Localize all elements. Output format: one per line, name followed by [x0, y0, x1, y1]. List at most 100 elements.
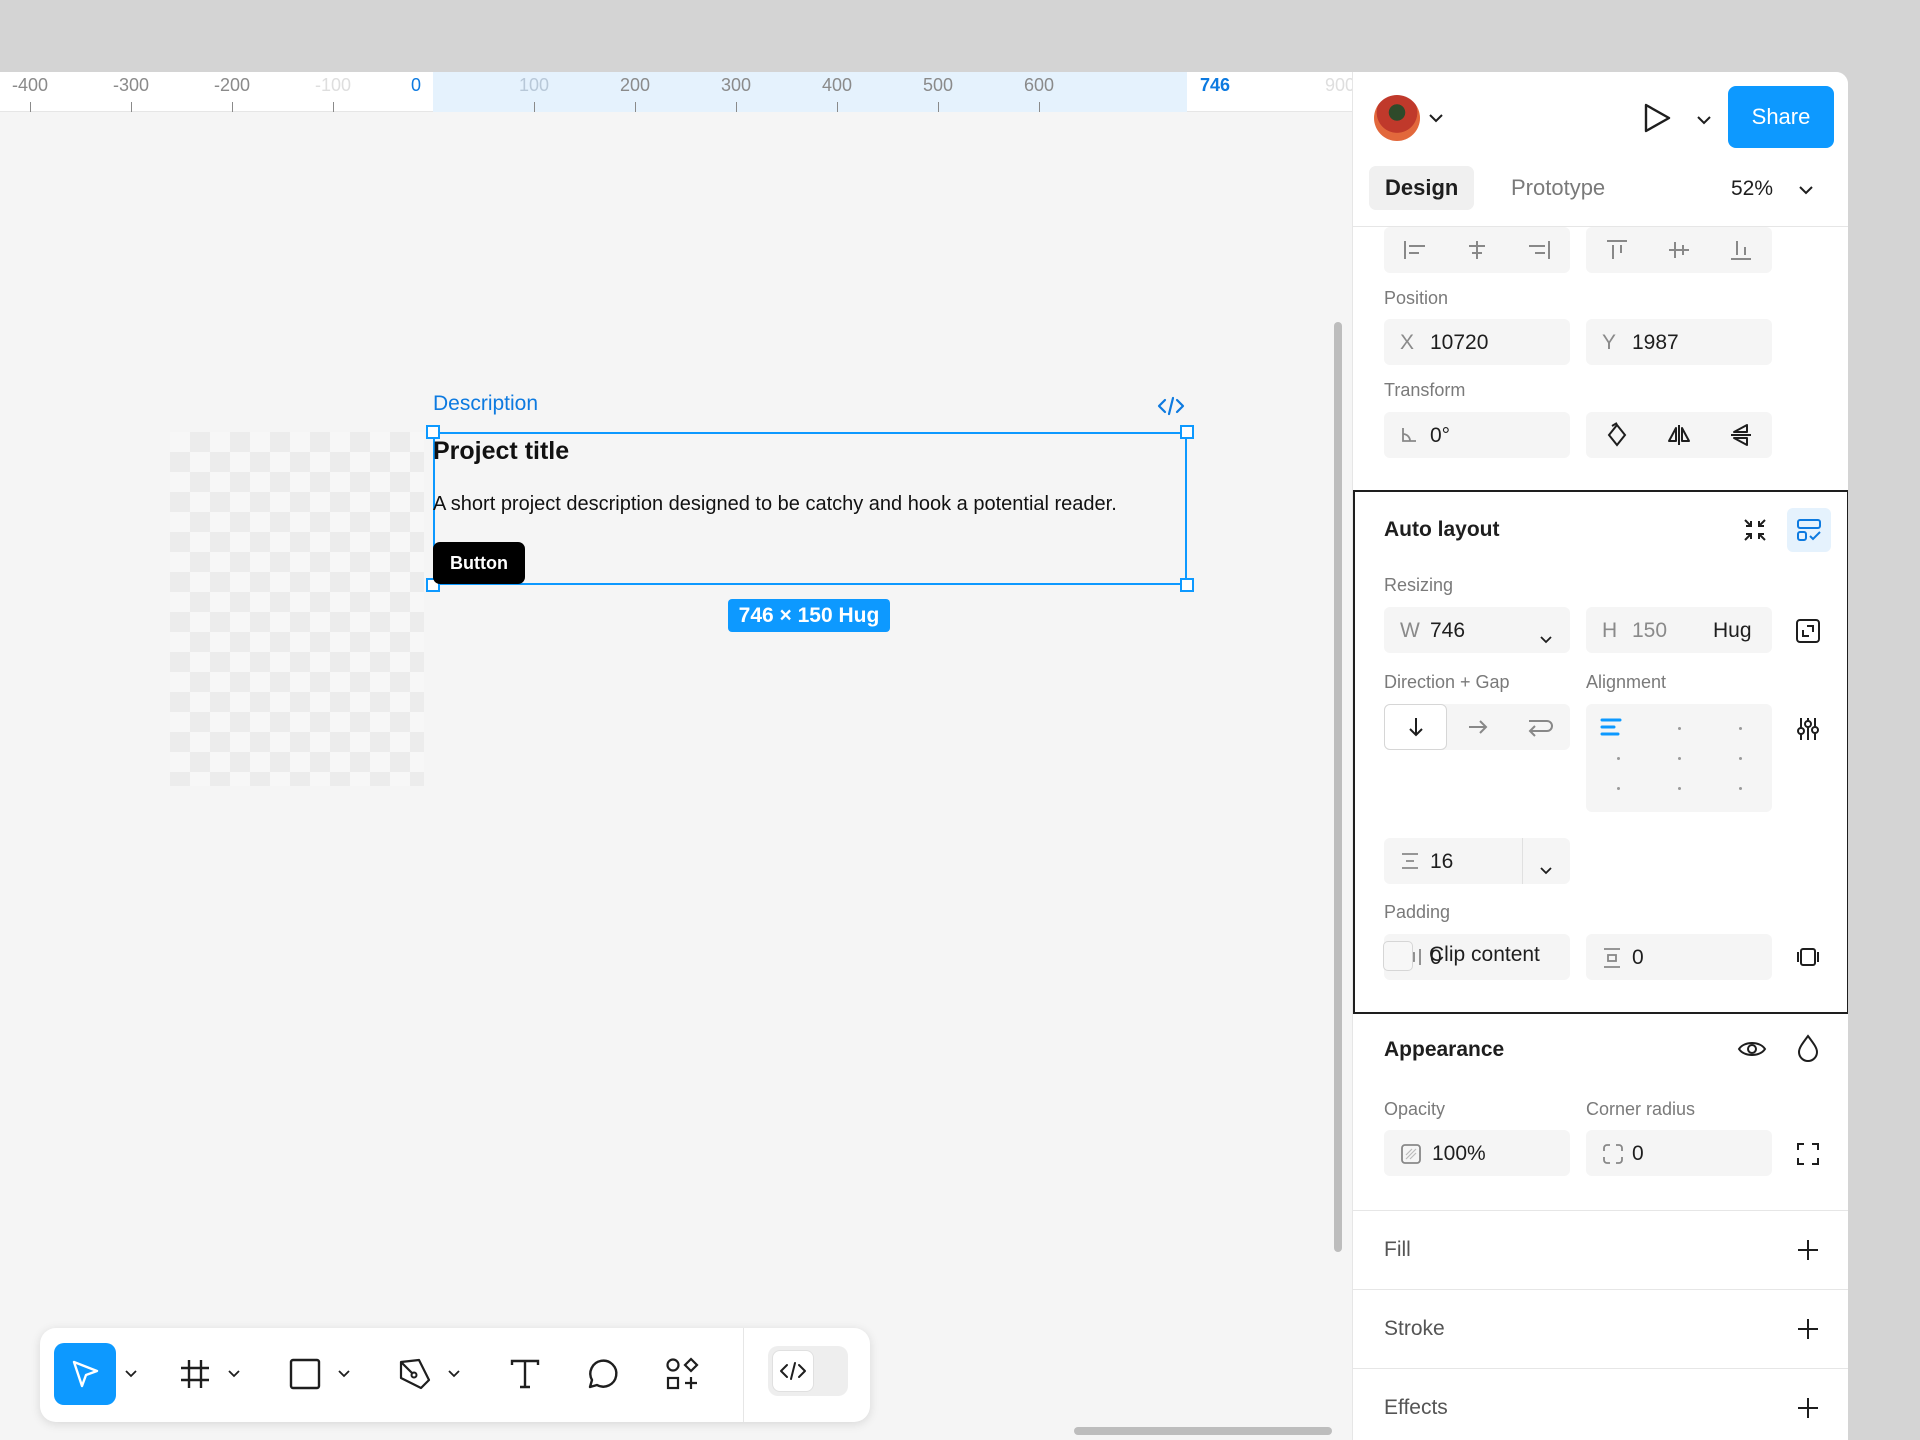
resize-handle-bottom-right[interactable] — [1180, 578, 1194, 592]
eye-icon — [1737, 1042, 1767, 1056]
image-placeholder[interactable] — [170, 432, 424, 786]
flip-vertical-button[interactable] — [1710, 412, 1772, 458]
x-value: 10720 — [1430, 331, 1489, 354]
chevron-down-icon — [1799, 186, 1813, 195]
padding-label: Padding — [1384, 902, 1451, 922]
zoom-menu-chevron[interactable] — [1799, 182, 1813, 200]
x-label: X — [1400, 331, 1415, 354]
frame-name-label[interactable]: Description — [433, 392, 538, 416]
y-position-field[interactable]: Y 1987 — [1586, 319, 1772, 365]
auto-layout-title: Auto layout — [1384, 518, 1500, 541]
move-tool-button[interactable] — [54, 1343, 116, 1405]
align-middle-icon — [1669, 242, 1689, 258]
frame-tool-button[interactable] — [170, 1343, 220, 1405]
h-mode[interactable]: Hug — [1713, 619, 1752, 643]
chevron-down-icon — [1540, 867, 1552, 875]
figma-window: -400 -300 -200 -100 0 100 200 300 400 50… — [0, 72, 1848, 1440]
corner-radius-label: Corner radius — [1586, 1099, 1696, 1119]
height-field[interactable]: H 150 Hug — [1586, 607, 1772, 653]
resize-to-fit-button[interactable] — [1795, 618, 1821, 649]
comment-tool-button[interactable] — [577, 1343, 627, 1405]
move-tool-chevron[interactable] — [120, 1343, 142, 1405]
align-left-button[interactable] — [1384, 227, 1446, 273]
auto-layout-settings-button[interactable] — [1787, 508, 1831, 552]
individual-padding-button[interactable] — [1796, 946, 1820, 973]
align-left-icon — [1404, 241, 1425, 259]
direction-wrap-button[interactable] — [1509, 704, 1570, 750]
position-label: Position — [1384, 288, 1449, 308]
width-mode-chevron[interactable] — [1540, 626, 1552, 650]
remove-auto-layout-button[interactable] — [1741, 516, 1769, 549]
alignment-grid[interactable] — [1586, 704, 1772, 812]
share-button[interactable]: Share — [1728, 86, 1834, 148]
gap-field[interactable]: 16 — [1384, 838, 1570, 884]
direction-vertical-button[interactable] — [1384, 704, 1448, 750]
add-effect-button[interactable] — [1796, 1396, 1820, 1425]
project-title-text[interactable]: Project title — [433, 437, 569, 466]
resize-fit-icon — [1796, 619, 1820, 643]
align-middle-button[interactable] — [1648, 227, 1710, 273]
vertical-padding-field[interactable]: 0 — [1586, 934, 1772, 980]
tab-prototype[interactable]: Prototype — [1495, 166, 1621, 210]
rotate-icon — [1607, 422, 1627, 447]
present-button[interactable] — [1642, 102, 1672, 139]
rotation-field[interactable]: 0° — [1384, 412, 1570, 458]
present-menu-chevron[interactable] — [1697, 112, 1711, 130]
flip-horizontal-button[interactable] — [1648, 412, 1710, 458]
frame-tool-chevron[interactable] — [223, 1343, 245, 1405]
align-bottom-button[interactable] — [1710, 227, 1772, 273]
zoom-level[interactable]: 52% — [1731, 177, 1773, 201]
appearance-divider — [1353, 1210, 1848, 1211]
add-stroke-button[interactable] — [1796, 1317, 1820, 1346]
align-center-horizontal-button[interactable] — [1446, 227, 1508, 273]
collapse-icon — [1744, 519, 1766, 541]
blend-mode-button[interactable] — [1796, 1034, 1820, 1067]
project-description-text[interactable]: A short project description designed to … — [433, 493, 1117, 516]
independent-corners-button[interactable] — [1796, 1142, 1820, 1171]
chevron-down-icon — [338, 1370, 350, 1378]
resize-handle-top-right[interactable] — [1180, 425, 1194, 439]
sliders-icon — [1797, 718, 1819, 740]
advanced-layout-settings-button[interactable] — [1795, 716, 1821, 747]
properties-panel: Share Design Prototype 52% Position X 10… — [1352, 72, 1848, 1440]
pen-tool-button[interactable] — [390, 1343, 440, 1405]
tab-design[interactable]: Design — [1369, 166, 1475, 210]
align-right-button[interactable] — [1508, 227, 1570, 273]
vertical-scrollbar[interactable] — [1334, 322, 1342, 1252]
align-top-button[interactable] — [1586, 227, 1648, 273]
frame-icon — [181, 1360, 209, 1388]
x-position-field[interactable]: X 10720 — [1384, 319, 1570, 365]
toolbar-divider — [743, 1328, 744, 1422]
text-tool-button[interactable] — [500, 1343, 550, 1405]
corners-icon — [1797, 1143, 1819, 1165]
avatar-menu-chevron[interactable] — [1429, 110, 1443, 128]
code-icon[interactable] — [1157, 395, 1185, 417]
horizontal-scrollbar[interactable] — [1074, 1427, 1332, 1435]
h-label: H — [1602, 619, 1618, 642]
direction-horizontal-button[interactable] — [1447, 704, 1508, 750]
w-value: 746 — [1430, 619, 1466, 642]
width-field[interactable]: W 746 — [1384, 607, 1570, 653]
vertical-padding-icon — [1602, 947, 1622, 975]
toggle-visibility-button[interactable] — [1737, 1038, 1767, 1065]
corner-radius-field[interactable]: 0 — [1586, 1130, 1772, 1176]
avatar[interactable] — [1374, 95, 1420, 141]
gap-icon — [1400, 852, 1420, 876]
dev-mode-toggle[interactable] — [768, 1346, 848, 1396]
canvas-button[interactable]: Button — [433, 542, 525, 584]
appearance-title: Appearance — [1384, 1038, 1505, 1061]
rectangle-tool-chevron[interactable] — [333, 1343, 355, 1405]
alignment-label: Alignment — [1586, 672, 1667, 692]
gap-mode-chevron[interactable] — [1540, 857, 1552, 881]
direction-gap-label: Direction + Gap — [1384, 672, 1510, 692]
pen-tool-chevron[interactable] — [443, 1343, 465, 1405]
rotate-90-button[interactable] — [1586, 412, 1648, 458]
stroke-divider — [1353, 1368, 1848, 1369]
rectangle-tool-button[interactable] — [280, 1343, 330, 1405]
actions-tool-button[interactable] — [657, 1343, 707, 1405]
size-badge: 746 × 150 Hug — [728, 599, 890, 632]
rectangle-icon — [289, 1358, 321, 1390]
add-fill-button[interactable] — [1796, 1238, 1820, 1267]
opacity-field[interactable]: 100% — [1384, 1130, 1570, 1176]
clip-content-checkbox[interactable] — [1383, 941, 1413, 971]
